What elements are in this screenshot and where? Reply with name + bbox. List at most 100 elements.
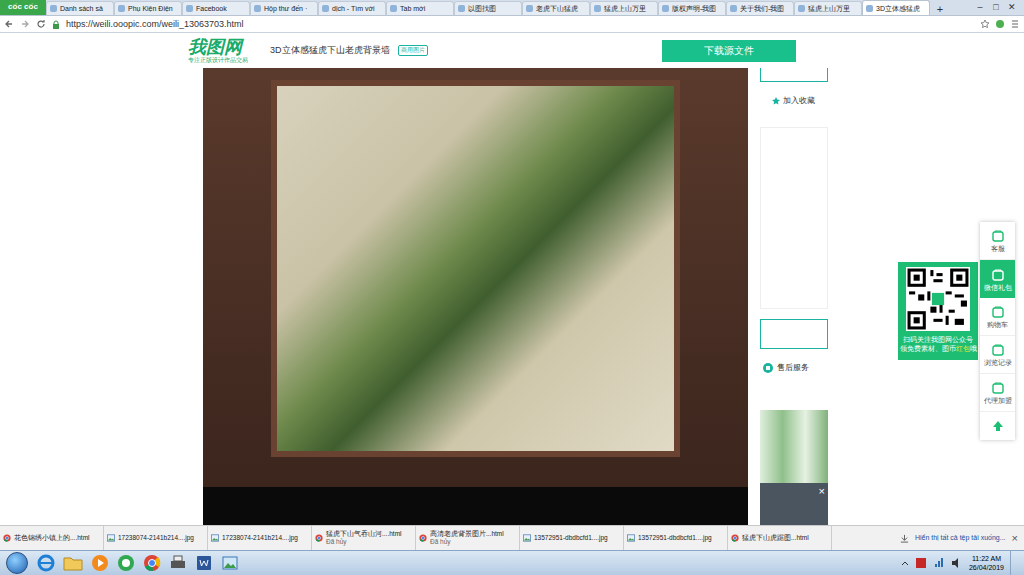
download-item[interactable]: 13572951-dbdbcfd1....jpg [624, 526, 728, 550]
tab-strip: cốc cốc Danh sách sả Phụ Kiện ĐiệnFaceboo… [0, 0, 1024, 16]
download-item[interactable]: 猛虎下山气吞山河....htmlĐã hủy [312, 526, 416, 550]
photo-viewer-icon[interactable] [220, 553, 240, 573]
browser-tab[interactable]: Danh sách sả [46, 1, 114, 15]
qr-code-icon [906, 267, 970, 331]
logo-slogan: 专注正版设计作品交易 [188, 56, 270, 64]
word-icon[interactable] [194, 553, 214, 573]
tab-label: 关于我们-我图 [740, 5, 784, 12]
download-file-name: 猛虎下山虎踞图...html [742, 534, 809, 542]
sidebar-item-icon [991, 268, 1005, 282]
favicon-icon [322, 5, 329, 12]
close-downloads-button[interactable]: × [1012, 533, 1018, 544]
browser-tab[interactable]: Hộp thư đến · [250, 1, 318, 15]
web-page: 我图网 专注正版设计作品交易 3D立体感猛虎下山老虎背景墙 商用图片 下载源文件 [0, 33, 1024, 525]
download-button-label: 下载源文件 [704, 43, 754, 58]
main-row: 加入收藏 售后服务 × [188, 68, 828, 525]
forward-icon[interactable] [20, 19, 30, 29]
qr-caption: 扫码关注我图网公众号 [903, 335, 973, 344]
window-control-button[interactable]: ✕ [1004, 3, 1020, 12]
browser-brand[interactable]: cốc cốc [0, 0, 46, 15]
browser-tab[interactable]: 猛虎上山万里 [590, 1, 658, 15]
media-player-icon[interactable] [90, 553, 110, 573]
tab-label: 猛虎上山万里 [604, 5, 646, 12]
sidebar-item-icon [991, 343, 1005, 357]
back-icon[interactable] [4, 19, 14, 29]
window-control-button[interactable]: – [972, 3, 988, 12]
download-item[interactable]: 17238074-2141b214....jpg [208, 526, 312, 550]
browser-tab[interactable]: 猛虎上山万里 [794, 1, 862, 15]
window-control-button[interactable]: □ [988, 3, 1004, 12]
sidebar-item[interactable]: 客服 [980, 222, 1015, 260]
popup-close-button[interactable]: × [819, 486, 825, 522]
bookmark-star-icon[interactable] [980, 19, 990, 29]
url-text[interactable]: https://weili.ooopic.com/weili_13063703.… [66, 20, 244, 29]
favicon-icon [730, 5, 737, 12]
brand-label: cốc cốc [8, 3, 38, 11]
coccoc-icon[interactable] [116, 553, 136, 573]
page-title: 3D立体感猛虎下山老虎背景墙 [270, 44, 390, 58]
download-item[interactable]: 17238074-2141b214....jpg [104, 526, 208, 550]
sidebar-item-label: 微信礼包 [984, 284, 1012, 291]
sidebar-item-icon [991, 229, 1005, 243]
download-status: Đã hủy [326, 538, 402, 546]
window-controls: –□✕ [972, 0, 1024, 15]
html-file-icon [731, 534, 739, 542]
preview-image [203, 68, 748, 525]
show-all-downloads[interactable]: Hiển thị tất cả tệp tải xuống... [915, 533, 1006, 544]
site-logo[interactable]: 我图网 专注正版设计作品交易 [188, 38, 270, 64]
download-item[interactable]: 花色锦绣小镇上的....html [0, 526, 104, 550]
right-panel: 加入收藏 售后服务 × [760, 68, 828, 525]
browser-tab[interactable]: Phụ Kiện Điện [114, 1, 182, 15]
tray-arrow-icon[interactable] [901, 559, 909, 567]
sidebar-item[interactable]: 购物车 [980, 298, 1015, 336]
chrome-icon[interactable] [142, 553, 162, 573]
tab-label: Danh sách sả [60, 5, 103, 12]
sidebar-item-label: 代理加盟 [984, 397, 1012, 404]
related-thumbnail[interactable]: × [760, 410, 828, 525]
tab-list: Danh sách sả Phụ Kiện ĐiệnFacebookHộp thư… [46, 0, 930, 15]
browser-tab[interactable]: Tab mới [386, 1, 454, 15]
qr-caption-segment: 哦 [970, 344, 977, 353]
sidebar-item[interactable]: 代理加盟 [980, 374, 1015, 412]
sidebar-item[interactable]: 浏览记录 [980, 336, 1015, 374]
browser-tab[interactable]: 老虎下山猛虎 [522, 1, 590, 15]
browser-tab[interactable]: 版权声明-我图 [658, 1, 726, 15]
download-item[interactable]: 13572951-dbdbcfd1....jpg [520, 526, 624, 550]
network-icon[interactable] [933, 557, 945, 569]
content-column: 我图网 专注正版设计作品交易 3D立体感猛虎下山老虎背景墙 商用图片 下载源文件 [188, 33, 828, 525]
volume-icon[interactable] [951, 557, 963, 569]
show-desktop-button[interactable] [1010, 551, 1018, 575]
extension-icon[interactable] [995, 19, 1005, 29]
favorite-button[interactable]: 加入收藏 [760, 95, 828, 107]
clock[interactable]: 11:22 AM 26/04/2019 [969, 554, 1004, 572]
site-header: 我图网 专注正版设计作品交易 3D立体感猛虎下山老虎背景墙 商用图片 下载源文件 [188, 33, 828, 68]
printer-icon[interactable] [168, 553, 188, 573]
browser-tab[interactable]: 3D立体感猛虎 [862, 0, 930, 15]
browser-tab[interactable]: 关于我们-我图 [726, 1, 794, 15]
sidebar-item-label: 浏览记录 [984, 359, 1012, 366]
download-item[interactable]: 高清老虎背景图片...htmlĐã hủy [416, 526, 520, 550]
sidebar-item-icon [991, 381, 1005, 395]
browser-tab[interactable]: 以图找图 [454, 1, 522, 15]
back-to-top-button[interactable] [980, 412, 1015, 440]
download-file-name: 高清老虎背景图片...html [430, 530, 504, 538]
folder-icon[interactable] [62, 553, 84, 573]
clock-time: 11:22 AM [972, 554, 1001, 563]
internet-explorer-icon[interactable] [36, 553, 56, 573]
download-button[interactable]: 下载源文件 [662, 40, 796, 62]
download-item[interactable]: 猛虎下山虎踞图...html [728, 526, 832, 550]
menu-icon[interactable] [1010, 19, 1020, 29]
html-file-icon [419, 534, 427, 542]
download-file-name: 17238074-2141b214....jpg [222, 534, 298, 542]
reload-icon[interactable] [36, 19, 46, 29]
favicon-icon [186, 5, 193, 12]
qr-caption-segment: 红包 [956, 344, 970, 353]
browser-tab[interactable]: Facebook [182, 1, 250, 15]
browser-tab[interactable]: dịch - Tìm với [318, 1, 386, 15]
new-tab-button[interactable]: + [933, 4, 947, 15]
sidebar-item-label: 客服 [991, 245, 1005, 252]
sidebar-item[interactable]: 微信礼包 [980, 260, 1015, 298]
after-sales-service[interactable]: 售后服务 [760, 361, 828, 375]
tray-app-icon[interactable] [915, 557, 927, 569]
start-button[interactable] [6, 552, 28, 574]
